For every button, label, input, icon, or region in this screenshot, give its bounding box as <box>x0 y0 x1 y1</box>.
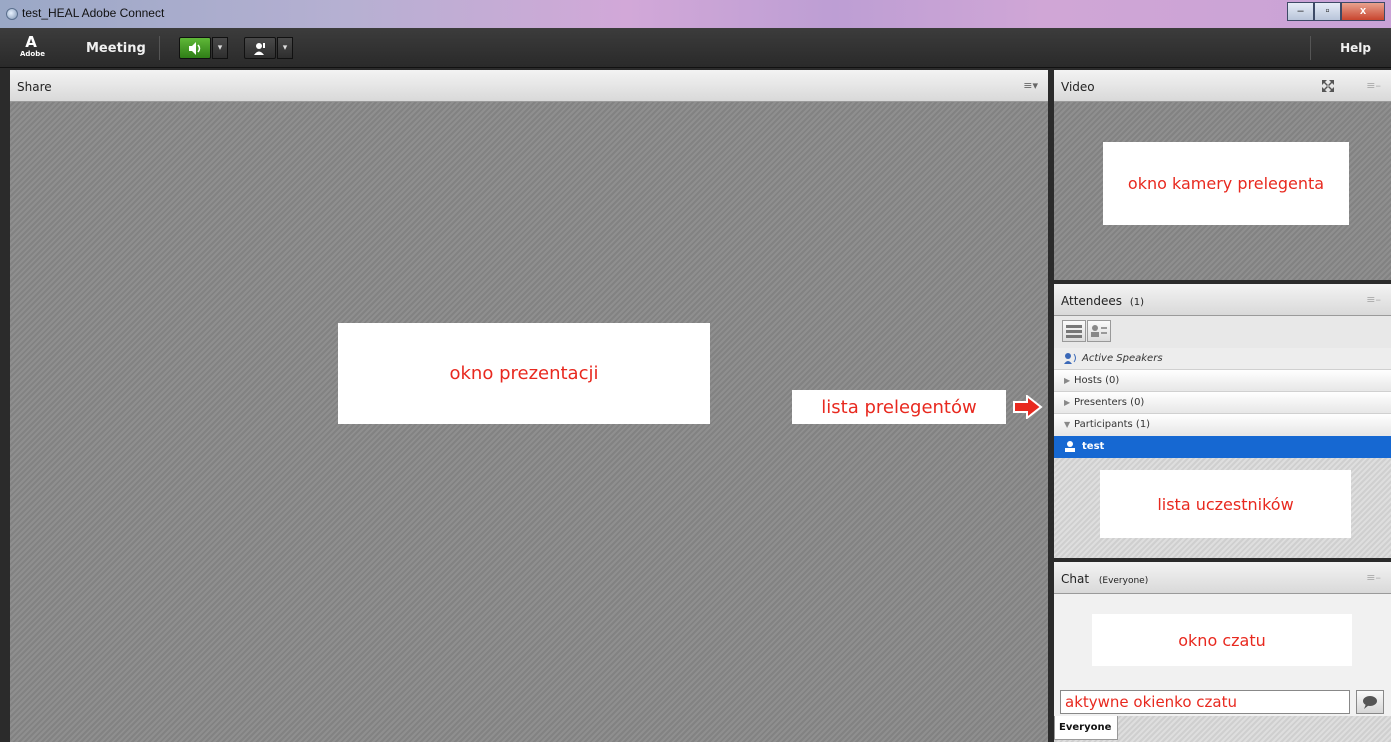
list-view-icon <box>1066 325 1082 338</box>
active-speakers-row: Active Speakers <box>1054 348 1391 369</box>
menu-separator <box>1310 36 1311 60</box>
chat-scope: (Everyone) <box>1098 576 1149 586</box>
raise-hand-icon <box>254 43 265 55</box>
menu-separator <box>159 36 160 60</box>
status-view-icon <box>1091 325 1107 337</box>
chat-pod-title: Chat (Everyone) <box>1061 572 1148 586</box>
collapsed-arrow-icon: ▶ <box>1064 376 1071 385</box>
adobe-logo-text: Adobe <box>20 50 45 58</box>
attendees-count: (1) <box>1129 297 1145 308</box>
attendees-title-text: Attendees <box>1061 294 1123 308</box>
group-hosts[interactable]: ▶ Hosts (0) <box>1054 369 1391 390</box>
share-content-area: okno prezentacji lista prelegentów <box>10 102 1048 742</box>
group-presenters[interactable]: ▶ Presenters (0) <box>1054 391 1391 412</box>
expanded-arrow-icon: ▼ <box>1064 420 1071 429</box>
attendees-content-area: Active Speakers ▶ Hosts (0) ▶ Presenters (… <box>1054 316 1391 558</box>
user-icon <box>1065 441 1075 452</box>
group-participants[interactable]: ▼ Participants (1) <box>1054 413 1391 434</box>
chat-pod-header: Chat (Everyone) ≡– <box>1054 562 1391 594</box>
share-pod-title: Share <box>17 80 52 94</box>
app-icon <box>6 8 18 20</box>
collapsed-arrow-icon: ▶ <box>1064 398 1071 407</box>
speaker-dropdown[interactable]: ▾ <box>212 37 228 59</box>
send-message-button[interactable] <box>1356 690 1384 714</box>
group-participants-label: Participants (1) <box>1074 419 1151 430</box>
video-pod-menu-icon[interactable]: ≡– <box>1366 79 1381 92</box>
chat-tab-strip: Everyone <box>1054 716 1391 742</box>
menu-bar: A Adobe Meeting ▾ ▾ Help <box>0 28 1391 68</box>
arrow-right-icon <box>1013 395 1043 419</box>
share-pod-menu-icon[interactable]: ≡▾ <box>1023 79 1038 92</box>
maximize-button[interactable]: ▫ <box>1314 2 1341 21</box>
adobe-logo: A Adobe <box>20 33 45 62</box>
group-hosts-label: Hosts (0) <box>1074 375 1120 386</box>
participant-row[interactable]: test <box>1054 436 1391 458</box>
raise-hand-button[interactable] <box>244 37 276 59</box>
group-presenters-label: Presenters (0) <box>1074 397 1145 408</box>
chat-content-area: okno czatu aktywne okienko czatu Everyon… <box>1054 594 1391 742</box>
video-pod-title: Video <box>1061 80 1095 94</box>
close-button[interactable]: x <box>1341 2 1385 21</box>
window-title: test_HEAL Adobe Connect <box>22 6 165 20</box>
attendee-view-toggle <box>1062 320 1116 344</box>
speaker-button[interactable] <box>179 37 211 59</box>
speaker-icon <box>189 42 201 55</box>
speech-bubble-icon <box>1363 696 1377 709</box>
chat-window-label: okno czatu <box>1092 614 1352 666</box>
chat-tab-everyone[interactable]: Everyone <box>1054 716 1118 740</box>
minimize-button[interactable]: – <box>1287 2 1314 21</box>
status-view-button[interactable] <box>1087 320 1111 342</box>
chat-pod-menu-icon[interactable]: ≡– <box>1366 571 1381 584</box>
window-controls: – ▫ x <box>1287 2 1385 21</box>
active-speakers-icon <box>1064 353 1076 364</box>
adobe-logo-mark: A <box>25 33 37 51</box>
video-content-area: okno kamery prelegenta <box>1054 102 1391 280</box>
attendees-pod-header: Attendees (1) ≡– <box>1054 284 1391 316</box>
status-dropdown[interactable]: ▾ <box>277 37 293 59</box>
meeting-menu[interactable]: Meeting <box>86 41 146 56</box>
fullscreen-icon[interactable] <box>1321 79 1335 93</box>
camera-window-label: okno kamery prelegenta <box>1103 142 1349 225</box>
attendees-pod: Attendees (1) ≡– Active Speakers ▶Hosts <box>1054 284 1391 558</box>
attendees-pod-menu-icon[interactable]: ≡– <box>1366 293 1381 306</box>
window-titlebar: test_HEAL Adobe Connect – ▫ x <box>0 0 1391 28</box>
chat-title-text: Chat <box>1061 572 1090 586</box>
attendees-pod-title: Attendees (1) <box>1061 294 1144 308</box>
video-pod: Video ≡– okno kamery prelegenta <box>1054 70 1391 280</box>
chat-pod: Chat (Everyone) ≡– okno czatu aktywne ok… <box>1054 562 1391 742</box>
help-menu[interactable]: Help <box>1340 41 1371 55</box>
chat-input[interactable]: aktywne okienko czatu <box>1060 690 1350 714</box>
participant-name: test <box>1082 441 1105 452</box>
share-pod: Share ≡▾ okno prezentacji lista prelegen… <box>10 70 1048 742</box>
participants-empty-area: lista uczestników <box>1054 458 1391 558</box>
active-speakers-label: Active Speakers <box>1082 353 1163 364</box>
share-pod-header: Share ≡▾ <box>10 70 1048 102</box>
list-view-button[interactable] <box>1062 320 1086 342</box>
presenters-list-label: lista prelegentów <box>792 390 1006 424</box>
video-pod-header: Video ≡– <box>1054 70 1391 102</box>
presentation-window-label: okno prezentacji <box>338 323 710 424</box>
participants-list-label: lista uczestników <box>1100 470 1351 538</box>
